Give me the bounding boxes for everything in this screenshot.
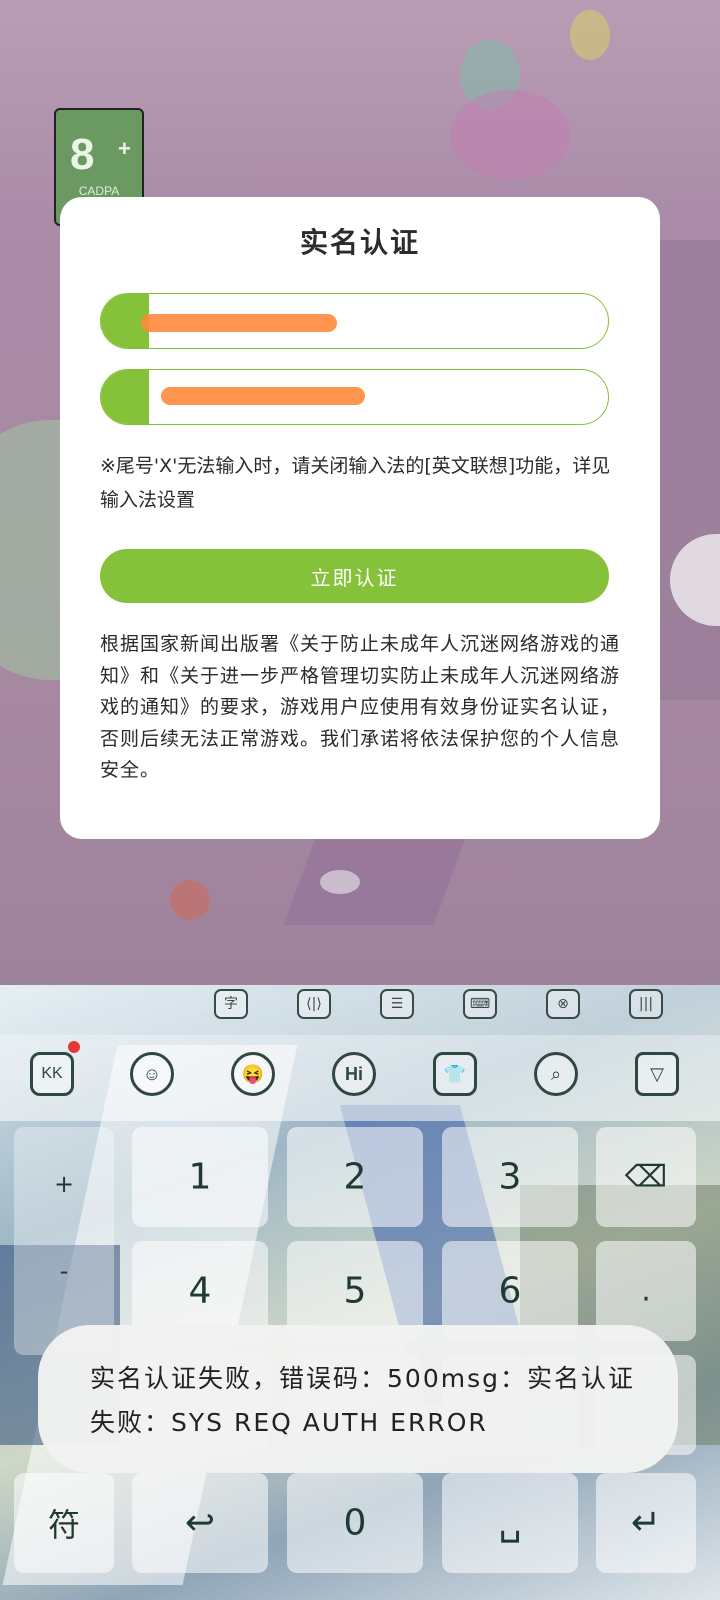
id-number-field[interactable] — [100, 369, 609, 425]
clipboard-icon[interactable]: ☰ — [380, 989, 414, 1019]
key-label: + — [53, 1170, 75, 1198]
enter-icon: ↵ — [630, 1502, 662, 1544]
back-icon: ↩ — [184, 1502, 216, 1544]
emoji-icon[interactable]: ☺ — [130, 1052, 174, 1096]
key-label: 4 — [188, 1270, 212, 1312]
key-3[interactable]: 3 — [442, 1127, 578, 1227]
bg-decoration — [170, 880, 210, 920]
key-0[interactable]: 0 — [287, 1473, 423, 1573]
age-rating-org: CADPA — [78, 184, 120, 198]
backspace-icon: ⌫ — [624, 1159, 668, 1195]
notification-dot — [68, 1041, 80, 1053]
back-key[interactable]: ↩ — [132, 1473, 268, 1573]
search-icon[interactable]: ⌕ — [534, 1052, 578, 1096]
keyboard-toolbar: KK ☺ 😝 Hi 👕 ⌕ ▽ — [0, 1035, 720, 1121]
redaction-mark — [161, 387, 365, 405]
input-hint: ※尾号'X'无法输入时，请关闭输入法的[英文联想]功能，详见输入法设置 — [100, 455, 611, 511]
key-label: 6 — [498, 1270, 522, 1312]
symbols-key[interactable]: 符 — [14, 1473, 114, 1573]
key-label: - — [59, 1257, 69, 1285]
key-minus[interactable]: - — [14, 1241, 114, 1301]
error-toast: 实名认证失败，错误码：500msg：实名认证失败：SYS REQ AUTH ER… — [38, 1325, 678, 1473]
key-label: 0 — [343, 1502, 367, 1544]
space-key[interactable]: ␣ — [442, 1473, 578, 1573]
key-label: 1 — [188, 1156, 212, 1198]
bg-decoration — [320, 870, 360, 894]
key-label: . — [641, 1273, 651, 1309]
key-2[interactable]: 2 — [287, 1127, 423, 1227]
redaction-mark — [141, 314, 337, 332]
cursor-icon[interactable]: ⟨|⟩ — [297, 989, 331, 1019]
toast-message: 实名认证失败，错误码：500msg：实名认证失败：SYS REQ AUTH ER… — [90, 1364, 635, 1437]
key-1[interactable]: 1 — [132, 1127, 268, 1227]
keyboard-layout-icon[interactable]: ⌨ — [463, 989, 497, 1019]
sticker-icon[interactable]: 😝 — [231, 1052, 275, 1096]
age-rating-number: 8 — [70, 130, 95, 179]
handwriting-icon[interactable]: 字 — [214, 989, 248, 1019]
collapse-icon[interactable]: ▽ — [635, 1052, 679, 1096]
name-field[interactable] — [100, 293, 609, 349]
key-label: 3 — [498, 1156, 522, 1198]
bg-decoration — [283, 835, 467, 925]
backspace-key[interactable]: ⌫ — [596, 1127, 696, 1227]
bg-decoration — [570, 10, 610, 60]
verify-button[interactable]: 立即认证 — [100, 549, 609, 603]
keyboard: 字 ⟨|⟩ ☰ ⌨ ⊗ ||| KK ☺ 😝 Hi 👕 ⌕ ▽ + 1 2 3 … — [0, 985, 720, 1600]
enter-key[interactable]: ↵ — [596, 1473, 696, 1573]
bg-decoration — [450, 90, 570, 180]
keyboard-top-bar: 字 ⟨|⟩ ☰ ⌨ ⊗ ||| — [0, 985, 720, 1035]
real-name-auth-dialog: 实名认证 ※尾号'X'无法输入时，请关闭输入法的[英文联想]功能，详见输入法设置… — [60, 197, 660, 839]
dialog-title: 实名认证 — [299, 226, 420, 259]
key-label: 2 — [343, 1156, 367, 1198]
kk-logo-icon[interactable]: KK — [30, 1052, 74, 1096]
space-icon: ␣ — [498, 1502, 522, 1544]
key-label: 符 — [47, 1506, 80, 1544]
close-keyboard-icon[interactable]: ⊗ — [546, 989, 580, 1019]
field-accent — [101, 370, 149, 424]
hi-chat-icon[interactable]: Hi — [332, 1052, 376, 1096]
voice-icon[interactable]: ||| — [629, 989, 663, 1019]
age-rating-plus: + — [118, 136, 131, 161]
regulation-notice: 根据国家新闻出版署《关于防止未成年人沉迷网络游戏的通知》和《关于进一步严格管理切… — [100, 633, 621, 781]
skin-icon[interactable]: 👕 — [433, 1052, 477, 1096]
key-label: 5 — [343, 1270, 367, 1312]
